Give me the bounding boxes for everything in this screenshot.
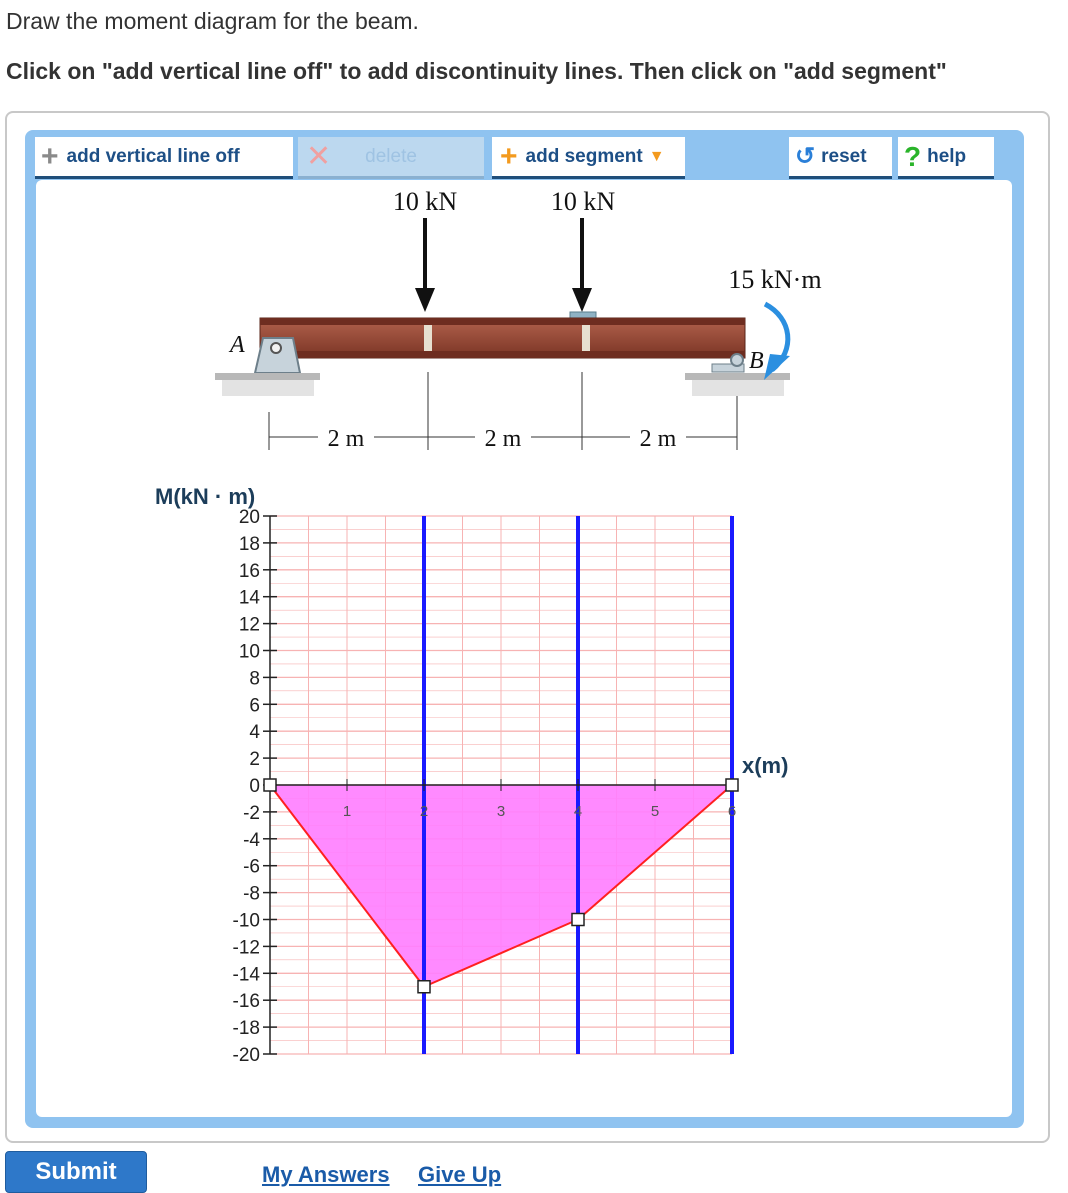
y-axis-label: M(kN · m) bbox=[155, 484, 255, 509]
x-axis-label: x(m) bbox=[742, 753, 788, 778]
give-up-link[interactable]: Give Up bbox=[418, 1162, 501, 1188]
segment-endpoint-handle[interactable] bbox=[263, 778, 277, 792]
x-tick-label: 6 bbox=[728, 803, 736, 820]
y-tick-label: -20 bbox=[233, 1045, 260, 1066]
y-tick-label: 18 bbox=[239, 534, 260, 555]
y-tick-label: 2 bbox=[249, 749, 260, 770]
y-tick-label: 4 bbox=[249, 722, 260, 743]
y-tick-label: 10 bbox=[239, 642, 260, 663]
y-tick-label: 6 bbox=[249, 695, 260, 716]
y-tick-label: 0 bbox=[249, 776, 260, 797]
y-tick-label: 8 bbox=[249, 668, 260, 689]
segment-endpoint-handle[interactable] bbox=[725, 778, 739, 792]
x-tick-label: 4 bbox=[574, 803, 582, 820]
y-tick-label: -8 bbox=[243, 884, 260, 905]
x-tick-label: 5 bbox=[651, 803, 659, 820]
y-tick-label: -14 bbox=[233, 964, 261, 985]
y-tick-label: 20 bbox=[239, 507, 260, 528]
y-tick-label: 12 bbox=[239, 615, 260, 636]
moment-diagram-plot[interactable]: M(kN · m) x(m) 20181614121086420-2-4-6-8… bbox=[0, 0, 1068, 1130]
y-tick-label: -16 bbox=[233, 991, 260, 1012]
x-tick-label: 2 bbox=[420, 803, 428, 820]
submit-button[interactable]: Submit bbox=[5, 1151, 147, 1193]
y-tick-label: 14 bbox=[239, 588, 261, 609]
y-tick-label: 16 bbox=[239, 561, 260, 582]
y-tick-label: -18 bbox=[233, 1018, 260, 1039]
x-tick-label: 3 bbox=[497, 803, 505, 820]
y-tick-label: -2 bbox=[243, 803, 260, 824]
y-tick-label: -10 bbox=[233, 911, 260, 932]
x-tick-label: 1 bbox=[343, 803, 351, 820]
my-answers-link[interactable]: My Answers bbox=[262, 1162, 390, 1188]
segment-endpoint-handle[interactable] bbox=[417, 980, 431, 994]
y-tick-label: -4 bbox=[243, 830, 260, 851]
y-tick-label: -6 bbox=[243, 857, 260, 878]
y-tick-label: -12 bbox=[233, 937, 260, 958]
segment-endpoint-handle[interactable] bbox=[571, 912, 585, 927]
